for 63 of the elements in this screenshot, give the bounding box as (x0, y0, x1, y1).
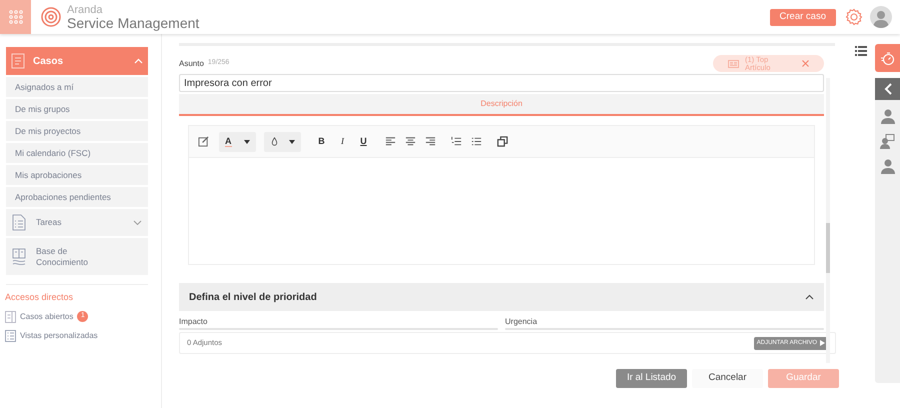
sidebar-group[interactable]: Tareas (6, 209, 148, 236)
italic-button[interactable]: I (334, 132, 351, 152)
chevron-down-icon (133, 220, 142, 226)
editor[interactable]: A B I U (188, 125, 815, 265)
font-color-button[interactable]: A (219, 132, 256, 152)
align-left-icon (384, 136, 396, 147)
windows-icon (496, 136, 508, 147)
list-icon[interactable] (855, 45, 867, 57)
logo-icon (40, 6, 62, 28)
footer-button[interactable]: Cancelar (692, 369, 763, 388)
brand-product: Service Management (67, 17, 200, 30)
bullet-list-icon (470, 136, 482, 147)
fill-color-button[interactable] (264, 132, 301, 152)
chevron-up-icon (134, 58, 143, 64)
caret-down-icon (289, 140, 295, 144)
person-chat-icon[interactable] (880, 134, 895, 149)
footer-button[interactable]: Ir al Listado (616, 369, 687, 388)
newspaper-icon (728, 60, 739, 68)
sidebar-item[interactable]: Mi calendario (FSC) (6, 143, 148, 163)
sidebar-item[interactable]: Aprobaciones pendientes (6, 187, 148, 207)
shortcuts-title: Accesos directos (5, 291, 74, 304)
tab[interactable]: Descripción (179, 94, 824, 116)
person-icon[interactable] (880, 159, 894, 174)
book-icon (12, 248, 26, 265)
list-view-icon[interactable] (5, 330, 16, 342)
droplet-icon (270, 136, 279, 147)
document-icon (11, 53, 25, 69)
stopwatch-icon (880, 50, 895, 66)
brand-name: Aranda (67, 4, 104, 17)
close-icon[interactable] (802, 60, 809, 67)
bold-button[interactable]: B (313, 132, 330, 152)
person-icon[interactable] (880, 109, 894, 124)
document-icon[interactable] (5, 310, 16, 322)
shortcut-link[interactable]: Casos abiertos (20, 310, 74, 322)
sidebar-section-header[interactable]: Casos (6, 47, 148, 75)
scrollbar-thumb[interactable] (826, 223, 830, 273)
align-right-icon (424, 136, 436, 147)
collapse-button[interactable] (875, 78, 900, 100)
subject-label: Asunto (179, 58, 204, 70)
priority-section-header[interactable]: Defina el nivel de prioridad (179, 283, 824, 311)
grid-icon (8, 10, 22, 24)
checklist-icon (12, 214, 26, 231)
edit-icon (198, 136, 208, 147)
field-label: Urgencia (505, 316, 538, 328)
sidebar-item[interactable]: Asignados a mí (6, 77, 148, 97)
chevron-up-icon (805, 294, 814, 300)
sidebar-item[interactable]: Mis aprobaciones (6, 165, 148, 185)
sidebar-item[interactable]: De mis grupos (6, 99, 148, 119)
align-center-icon (404, 136, 416, 147)
shortcut-link[interactable]: Vistas personalizadas (20, 330, 98, 342)
numbered-list-icon (450, 136, 462, 147)
create-case-button[interactable]: Crear caso (770, 8, 836, 26)
chevron-left-icon (884, 83, 892, 95)
underline-button[interactable]: U (355, 132, 372, 152)
subject-field[interactable]: Impresora con error (179, 74, 824, 92)
avatar-icon[interactable] (870, 6, 892, 28)
sidebar-item[interactable]: De mis proyectos (6, 121, 148, 141)
settings-icon[interactable] (845, 8, 863, 26)
field-label: Impacto (179, 316, 208, 328)
caret-down-icon (244, 140, 250, 144)
timer-button[interactable] (875, 44, 900, 72)
app-menu-button[interactable] (0, 0, 31, 34)
sidebar-group[interactable]: Base de Conocimiento (6, 238, 148, 275)
